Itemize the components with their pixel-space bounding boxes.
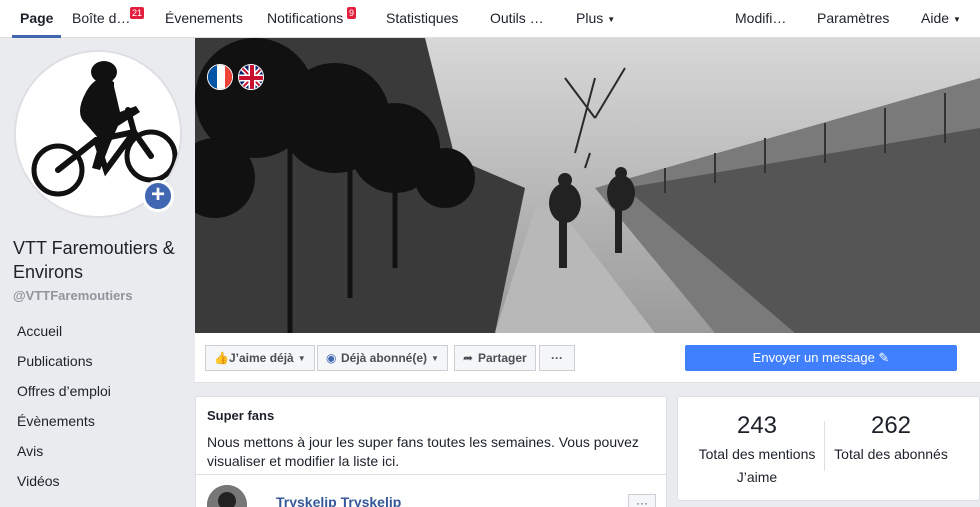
super-fans-card: Super fans Nous mettons à jour les super… [195,396,667,507]
add-photo-button[interactable]: + [142,180,174,212]
sidebar-item-reviews[interactable]: Avis [17,440,111,470]
tab-tools-label: Outils … [490,10,544,26]
cover-photo[interactable] [195,38,980,333]
caret-down-icon: ▼ [431,353,439,363]
sidebar-item-home[interactable]: Accueil [17,320,111,350]
followers-stat: 262 Total des abonnés [830,411,952,466]
sidebar-item-posts[interactable]: Publications [17,350,111,380]
divider [196,474,666,475]
followers-label: Total des abonnés [834,446,948,462]
tab-notifications[interactable]: Notifications 9 [267,0,357,38]
tab-tools[interactable]: Outils … [490,0,544,38]
send-message-button[interactable]: Envoyer un message ✎ [685,345,957,371]
flag-uk-icon[interactable] [238,64,264,90]
fan-name-link[interactable]: Tryskelip Tryskelip [276,494,401,507]
sidebar-item-events[interactable]: Évènements [17,410,111,440]
flag-fr-icon[interactable] [207,64,233,90]
page-username[interactable]: @VTTFaremoutiers [13,288,133,303]
followers-count: 262 [870,412,912,439]
tab-edit[interactable]: Modifi… [735,0,786,38]
like-button[interactable]: 👍J’aime déjà ▼ [205,345,315,371]
tab-notifications-label: Notifications [267,10,344,26]
tab-help[interactable]: Aide ▼ [921,0,961,38]
follow-button-label: Déjà abonné(e) [341,351,428,365]
tab-edit-label: Modifi… [735,10,787,26]
ellipsis-icon: ··· [551,351,563,365]
tab-page[interactable]: Page [12,0,62,38]
caret-down-icon: ▼ [607,14,616,24]
sidebar-item-jobs[interactable]: Offres d’emploi [17,380,111,410]
tab-insights-label: Statistiques [386,10,459,26]
page-sidebar-nav: Accueil Publications Offres d’emploi Évè… [17,320,111,500]
page-title[interactable]: VTT Faremoutiers & Environs [13,236,188,284]
likes-stat: 243 Total des mentions J’aime [692,411,822,489]
share-button-label: Partager [478,351,527,365]
tab-more[interactable]: Plus ▼ [576,0,615,38]
page-action-bar: 👍J’aime déjà ▼ ◉ Déjà abonné(e) ▼ ➦ Partager… [195,333,980,383]
tab-settings-label: Paramètres [817,10,890,26]
likes-count: 243 [736,412,778,439]
follow-button[interactable]: ◉ Déjà abonné(e) ▼ [317,345,448,371]
tab-events-label: Évenements [165,10,243,26]
plus-icon: + [150,181,165,208]
tab-insights[interactable]: Statistiques [386,0,458,38]
likes-label: Total des mentions J’aime [698,446,816,485]
super-fans-description: Nous mettons à jour les super fans toute… [207,434,639,469]
fan-options-button[interactable]: ··· [628,494,656,507]
share-arrow-icon: ➦ [463,351,474,365]
page-stats-card: 243 Total des mentions J’aime 262 Total … [677,396,980,501]
fan-avatar[interactable] [207,485,247,507]
tab-inbox[interactable]: Boîte d… 21 [72,0,145,38]
like-button-label: J’aime déjà [229,351,294,365]
ellipsis-icon: ··· [636,496,648,507]
tab-page-label: Page [20,10,54,26]
notifications-badge: 9 [347,7,357,19]
rss-icon: ◉ [326,351,337,365]
page-admin-nav: Page Boîte d… 21 Évenements Notifications… [0,0,980,38]
caret-down-icon: ▼ [953,14,961,24]
inbox-badge: 21 [130,7,145,19]
divider [824,421,825,471]
tab-more-label: Plus [576,10,604,26]
sidebar-item-videos[interactable]: Vidéos [17,470,111,500]
tab-help-label: Aide [921,10,950,26]
tab-events[interactable]: Évenements [165,0,243,38]
caret-down-icon: ▼ [297,353,306,363]
super-fans-title: Super fans [207,408,275,423]
cover-image [195,38,980,333]
share-button[interactable]: ➦ Partager [454,345,536,371]
tab-settings[interactable]: Paramètres [817,0,889,38]
thumbs-up-icon: 👍 [214,351,229,365]
more-options-button[interactable]: ··· [539,345,575,371]
send-message-label: Envoyer un message ✎ [752,350,890,365]
tab-inbox-label: Boîte d… [72,10,131,26]
